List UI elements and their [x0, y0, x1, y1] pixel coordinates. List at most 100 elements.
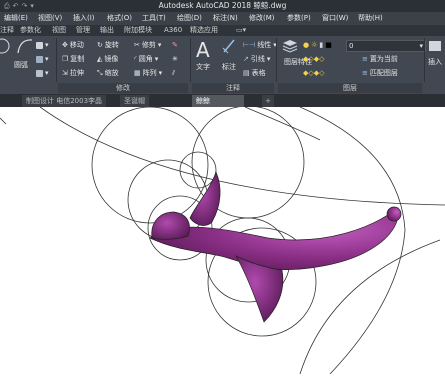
boundary-tool[interactable]: ▾ — [36, 68, 49, 79]
leader-label: 引线 — [250, 55, 265, 63]
menu-format[interactable]: 格式(O) — [107, 12, 132, 25]
match-layer-tool[interactable]: ≡ 匹配图层 — [362, 68, 398, 79]
scale-label: 缩放 — [104, 69, 119, 77]
dimension-icon[interactable] — [222, 39, 236, 53]
drawing-svg[interactable] — [0, 105, 445, 375]
ribbon-separator — [276, 38, 277, 82]
menu-edit[interactable]: 编辑(E) — [4, 12, 28, 25]
insert-block-icon[interactable] — [428, 40, 442, 51]
hatch-tool[interactable]: ▾ — [36, 54, 49, 65]
whale-head-bump — [386, 206, 402, 222]
explode-tool[interactable]: ✳ — [172, 54, 178, 65]
whale-flipper — [151, 211, 190, 240]
array-tool[interactable]: ▦ 阵列 ▾ — [134, 68, 162, 79]
stretch-tool[interactable]: ⇲ 拉伸 — [62, 68, 84, 79]
construction-arc — [39, 106, 445, 206]
trim-tool[interactable]: ✂ 修剪 ▾ — [134, 40, 161, 51]
color-swatch-icon: ■ — [325, 41, 332, 49]
text-label[interactable]: 文字 — [196, 62, 210, 73]
menu-draw[interactable]: 绘图(D) — [177, 12, 202, 25]
menu-tools[interactable]: 工具(T) — [142, 12, 166, 25]
construction-arc — [244, 106, 321, 141]
match-layer-label: 匹配图层 — [369, 69, 398, 77]
trim-icon: ✂ — [134, 41, 140, 49]
annotation-panel-title[interactable]: 注释 — [192, 83, 274, 93]
fillet-tool[interactable]: ◜ 圆角 ▾ — [134, 54, 158, 65]
text-icon[interactable]: A — [196, 38, 210, 62]
tab-view[interactable]: 视图 — [52, 25, 66, 36]
tab-more-icon[interactable]: ▭▾ — [236, 25, 246, 36]
doc-tab-1[interactable]: 制图设计 电信2003李晶 — [22, 95, 107, 107]
ribbon-tab-bar: 注释 参数化 视图 管理 输出 附加模块 A360 精选应用 ▭▾ — [0, 25, 445, 36]
doc-tab-active[interactable]: 鲸鲸 — [192, 95, 244, 107]
offset-icon: ⫽ — [172, 69, 176, 77]
tab-output[interactable]: 输出 — [100, 25, 114, 36]
ribbon-separator — [424, 38, 425, 82]
doc-tab-2[interactable]: 圣诞帽 — [120, 95, 149, 107]
dimension-label[interactable]: 标注 — [222, 62, 236, 73]
linear-label: 线性 — [257, 41, 272, 49]
tab-addins[interactable]: 附加模块 — [124, 25, 152, 36]
copy-icon: ❐ — [62, 55, 69, 63]
layer-tool-icons-row1[interactable]: ◆◇◆◇ — [303, 54, 325, 65]
set-current-tool[interactable]: ≡ 置为当前 — [362, 54, 398, 65]
menu-help[interactable]: 帮助(H) — [358, 12, 383, 25]
linear-dim-tool[interactable]: ⊢⊣ 线性 ▾ — [243, 40, 277, 51]
menu-dimension[interactable]: 标注(N) — [213, 12, 238, 25]
tab-annotate[interactable]: 注释 — [0, 25, 14, 36]
whale-tail-fin — [189, 171, 221, 226]
layer-dropdown[interactable]: 0 ▾ — [346, 40, 426, 52]
offset-tool[interactable]: ⫽ — [172, 68, 175, 79]
scale-tool[interactable]: ⤡ 缩放 — [97, 68, 119, 79]
chevron-down-icon: ▾ — [419, 42, 423, 50]
stretch-icon: ⇲ — [62, 69, 68, 77]
lightbulb-icon: ● — [303, 41, 310, 49]
array-icon: ▦ — [134, 69, 141, 77]
mirror-label: 镜像 — [104, 55, 119, 63]
new-tab-button[interactable]: + — [262, 95, 274, 107]
leader-tool[interactable]: ↗ 引线 ▾ — [243, 54, 270, 65]
tab-featured-apps[interactable]: 精选应用 — [190, 25, 218, 36]
rectangle-icon — [36, 42, 43, 49]
rotate-label: 旋转 — [104, 41, 119, 49]
ribbon: ▾ ▾ ▾ 圆弧 ✥ 移动 ↻ 旋转 ✂ 修剪 ▾ ❐ 复制 ◭ 镜像 ◜ 圆角 ▾ ⇲ 拉伸 ⤡… — [0, 36, 445, 94]
circle-tool[interactable] — [0, 38, 10, 53]
mirror-tool[interactable]: ◭ 镜像 — [97, 54, 118, 65]
menu-modify[interactable]: 修改(M) — [249, 12, 275, 25]
menu-window[interactable]: 窗口(W) — [322, 12, 348, 25]
sun-icon: ☼ — [311, 41, 318, 49]
tab-manage[interactable]: 管理 — [76, 25, 90, 36]
trim-label: 修剪 — [141, 41, 156, 49]
mirror-icon: ◭ — [97, 55, 103, 63]
hatch-icon — [36, 56, 43, 63]
scale-icon: ⤡ — [97, 69, 103, 77]
rotate-tool[interactable]: ↻ 旋转 — [97, 40, 119, 51]
menu-parametric[interactable]: 参数(P) — [287, 12, 311, 25]
move-icon: ✥ — [62, 41, 68, 49]
layer-properties-icon[interactable] — [282, 39, 298, 53]
rotate-icon: ↻ — [97, 41, 103, 49]
rectangle-tool[interactable]: ▾ — [36, 40, 49, 51]
tab-parametric[interactable]: 参数化 — [20, 25, 41, 36]
layers-panel-title[interactable]: 图层 — [278, 83, 422, 93]
menu-insert[interactable]: 插入(I) — [73, 12, 95, 25]
erase-tool[interactable]: ✎ — [172, 40, 178, 51]
table-tool[interactable]: ▤ 表格 — [243, 68, 266, 79]
menu-view[interactable]: 视图(V) — [38, 12, 62, 25]
title-bar: ⎙ ↶ ↷ ▾ Autodesk AutoCAD 2018 鲸鲸.dwg — [0, 0, 445, 12]
arc-tool[interactable] — [16, 38, 34, 53]
linear-icon: ⊢⊣ — [243, 41, 256, 49]
drawing-canvas[interactable] — [0, 105, 445, 375]
explode-icon: ✳ — [172, 55, 178, 63]
modify-panel-title[interactable]: 修改 — [58, 83, 188, 93]
current-layer-value: 0 — [349, 42, 354, 50]
circle-icon — [0, 38, 10, 53]
tab-a360[interactable]: A360 — [164, 25, 182, 36]
copy-tool[interactable]: ❐ 复制 — [62, 54, 84, 65]
insert-label[interactable]: 插入 — [428, 57, 442, 68]
construction-circle — [179, 151, 217, 189]
move-tool[interactable]: ✥ 移动 — [62, 40, 84, 51]
layer-tool-icons-row2[interactable]: ◆◇◆◇ — [303, 68, 325, 79]
match-layer-icon: ≡ — [362, 69, 368, 77]
whale-drawing — [149, 171, 402, 323]
